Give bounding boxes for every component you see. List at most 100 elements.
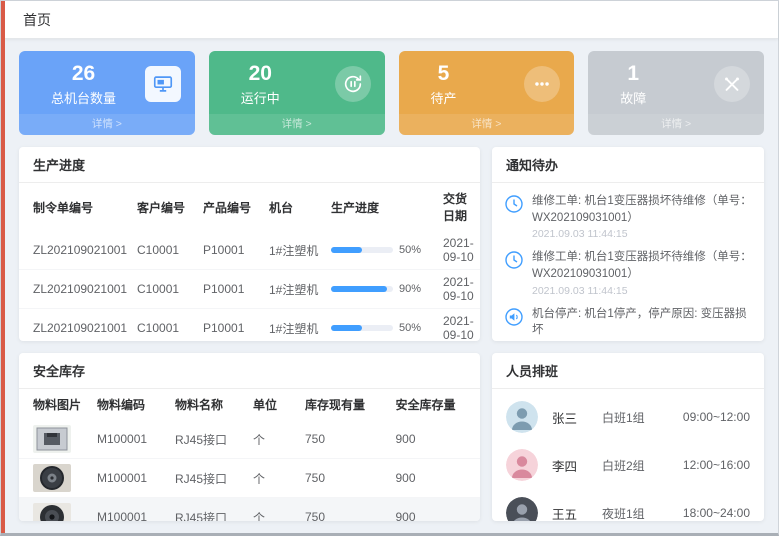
safety-quantity: 900: [390, 498, 481, 522]
delivery-date: 2021-09-10: [437, 309, 480, 342]
material-name: RJ45接口: [169, 498, 247, 522]
production-panel: 生产进度 制令单编号客户编号产品编号机台生产进度交货日期 ZL202109021…: [19, 147, 480, 341]
stock-quantity: 750: [299, 459, 390, 498]
todo-body: 维修工单: 机台1变压器损坏待维修（单号：WX202109031001）2021…: [532, 193, 752, 240]
customer-no: C10001: [131, 270, 197, 309]
todo-item[interactable]: 机台停产: 机台1停产，停产原因: 变压器损坏: [504, 306, 752, 339]
staff-row: 张三白班1组 09:00~12:00: [506, 401, 750, 433]
inventory-column-header: 单位: [247, 389, 299, 420]
stat-detail-link[interactable]: 详情 >: [588, 114, 764, 135]
rj45-jack-photo: [33, 425, 71, 453]
stat-detail-link[interactable]: 详情 >: [209, 114, 385, 135]
material-name: RJ45接口: [169, 459, 247, 498]
stat-texts: 5待产: [413, 61, 457, 107]
stat-label: 总机台数量: [51, 88, 116, 107]
running-refresh-icon: [335, 66, 371, 102]
material-unit: 个: [247, 498, 299, 522]
dashboard-root: 首页 26总机台数量详情 >20运行中详情 >5待产详情 >1故障详情 > 生产…: [1, 1, 778, 533]
material-image-cell: [19, 420, 91, 459]
staff-time: 18:00~24:00: [683, 506, 750, 520]
material-code: M100001: [91, 498, 169, 522]
inventory-table: 物料图片物料编码物料名称单位库存现有量安全库存量 M100001RJ45接口个7…: [19, 389, 480, 521]
inventory-row: M100001RJ45接口个750900: [19, 420, 480, 459]
delivery-date: 2021-09-10: [437, 270, 480, 309]
product-no: P10001: [197, 309, 263, 342]
todo-panel-title: 通知待办: [492, 147, 764, 183]
material-code: M100001: [91, 420, 169, 459]
stat-detail-link[interactable]: 详情 >: [19, 114, 195, 135]
stat-texts: 1故障: [602, 61, 646, 107]
material-unit: 个: [247, 459, 299, 498]
production-table-body: ZL202109021001C10001P100011#注塑机50%2021-0…: [19, 231, 480, 341]
staff-shift: 白班1组: [602, 409, 668, 426]
customer-no: C10001: [131, 309, 197, 342]
stock-quantity: 750: [299, 420, 390, 459]
machine-name: 1#注塑机: [263, 270, 325, 309]
inventory-column-header: 物料编码: [91, 389, 169, 420]
inventory-column-header: 库存现有量: [299, 389, 390, 420]
todo-text: 机台停产: 机台1停产，停产原因: 变压器损坏: [532, 306, 752, 339]
inventory-panel: 安全库存 物料图片物料编码物料名称单位库存现有量安全库存量 M100001RJ4…: [19, 353, 480, 521]
production-table-head-row: 制令单编号客户编号产品编号机台生产进度交货日期: [19, 183, 480, 231]
production-row: ZL202109021001C10001P100011#注塑机90%2021-0…: [19, 270, 480, 309]
order-no: ZL202109021001: [19, 270, 131, 309]
production-column-header: 生产进度: [325, 183, 437, 231]
staff-time: 09:00~12:00: [683, 410, 750, 424]
clock-icon: [504, 250, 524, 275]
todo-body: 机台停产: 机台1停产，停产原因: 变压器损坏: [532, 306, 752, 339]
delivery-date: 2021-09-10: [437, 231, 480, 270]
production-panel-title: 生产进度: [19, 147, 480, 183]
todo-time: 2021.09.03 11:44:15: [532, 228, 752, 240]
todo-list: 维修工单: 机台1变压器损坏待维修（单号：WX202109031001） 2021…: [492, 183, 764, 341]
todo-body: 维修工单: 机台1变压器损坏待维修（单号：WX202109031001） 2021…: [532, 249, 752, 296]
machine-monitor-icon: [145, 66, 181, 102]
todo-text: 维修工单: 机台1变压器损坏待维修（单号：WX202109031001）: [532, 249, 752, 282]
panels-grid: 生产进度 制令单编号客户编号产品编号机台生产进度交货日期 ZL202109021…: [19, 147, 764, 521]
material-name: RJ45接口: [169, 420, 247, 459]
todo-time: 2021.09.03 11:44:15: [532, 285, 752, 297]
todo-item[interactable]: 维修工单: 机台1变压器损坏待维修（单号：WX202109031001）2021…: [504, 193, 752, 240]
stock-quantity: 750: [299, 498, 390, 522]
stat-label: 运行中: [241, 88, 280, 107]
left-edge-strip: [1, 1, 5, 533]
inventory-row: M100001RJ45接口个750900: [19, 459, 480, 498]
tab-home[interactable]: 首页: [23, 10, 51, 30]
stat-card-1: 20运行中详情 >: [209, 51, 385, 135]
stat-card-2: 5待产详情 >: [399, 51, 575, 135]
waiting-ellipsis-icon: [524, 66, 560, 102]
material-code: M100001: [91, 459, 169, 498]
stat-detail-link[interactable]: 详情 >: [399, 114, 575, 135]
production-column-header: 交货日期: [437, 183, 480, 231]
speaker-photo: [33, 503, 71, 521]
machine-name: 1#注塑机: [263, 309, 325, 342]
stat-card-top: 1故障: [602, 61, 750, 107]
stat-card-top: 5待产: [413, 61, 561, 107]
progress-bar: [331, 247, 393, 253]
stat-card-top: 26总机台数量: [33, 61, 181, 107]
order-no: ZL202109021001: [19, 309, 131, 342]
staff-name: 张三: [552, 408, 602, 427]
customer-no: C10001: [131, 231, 197, 270]
dashboard-content: 26总机台数量详情 >20运行中详情 >5待产详情 >1故障详情 > 生产进度 …: [1, 39, 778, 533]
stat-value: 5: [431, 61, 457, 86]
inventory-column-header: 安全库存量: [390, 389, 481, 420]
inventory-column-header: 物料图片: [19, 389, 91, 420]
production-column-header: 客户编号: [131, 183, 197, 231]
machine-name: 1#注塑机: [263, 231, 325, 270]
stat-card-top: 20运行中: [223, 61, 371, 107]
stat-label: 故障: [620, 88, 646, 107]
material-image-cell: [19, 498, 91, 522]
avatar-zhangsan: [506, 401, 538, 433]
progress-bar: [331, 325, 393, 331]
progress-label: 50%: [399, 244, 421, 256]
production-column-header: 制令单编号: [19, 183, 131, 231]
todo-panel: 通知待办 维修工单: 机台1变压器损坏待维修（单号：WX202109031001…: [492, 147, 764, 341]
progress-cell: 90%: [325, 270, 437, 309]
stat-texts: 20运行中: [223, 61, 280, 107]
avatar-wangwu: [506, 497, 538, 521]
todo-item[interactable]: 维修工单: 机台1变压器损坏待维修（单号：WX202109031001） 2021…: [504, 249, 752, 296]
round-connector-photo: [33, 464, 71, 492]
progress-label: 50%: [399, 322, 421, 334]
safety-quantity: 900: [390, 459, 481, 498]
staff-shift: 白班2组: [602, 457, 668, 474]
